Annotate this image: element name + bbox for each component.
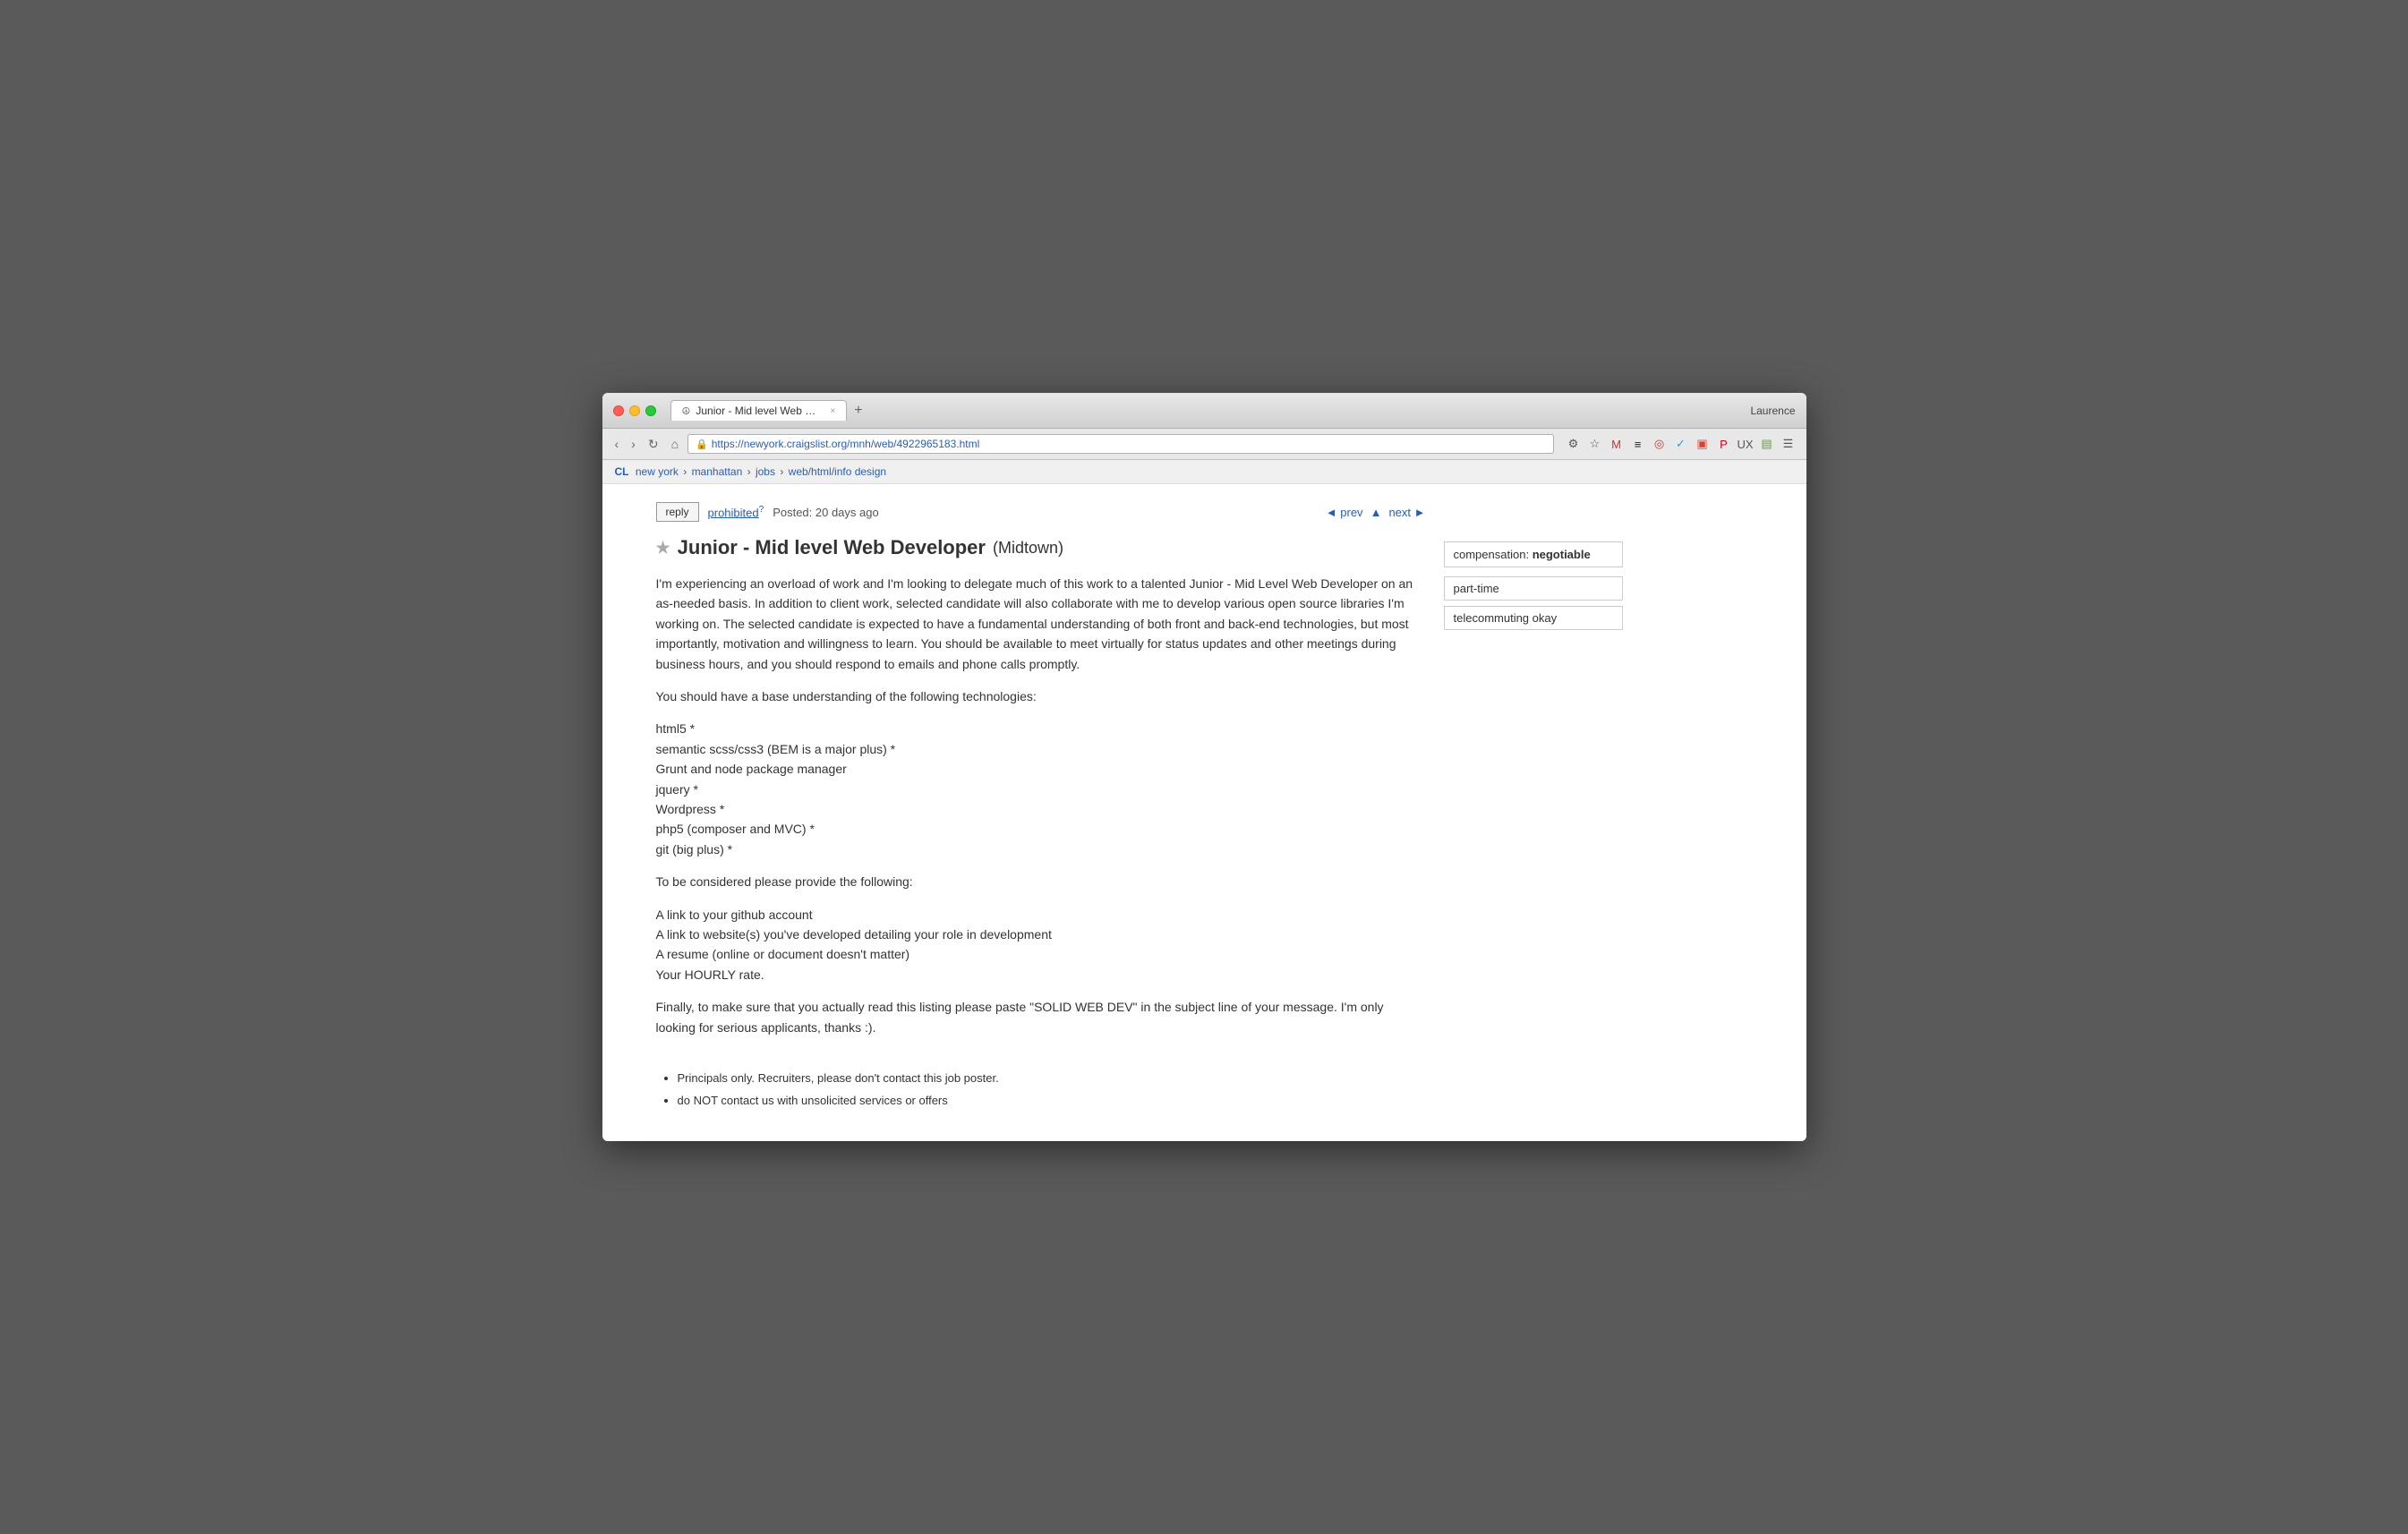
telecommuting-tag: telecommuting okay [1444, 606, 1623, 630]
nav-arrows: ◄ prev ▲ next ► [1326, 506, 1426, 519]
new-tab-button[interactable]: + [847, 401, 869, 421]
user-name: Laurence [1750, 405, 1795, 417]
part-time-tag: part-time [1444, 576, 1623, 601]
compensation-value: negotiable [1533, 548, 1591, 561]
favorite-star-icon[interactable]: ★ [656, 539, 670, 558]
buffer-icon[interactable]: ≡ [1629, 435, 1647, 453]
toolbar-icons: ⚙ ☆ M ≡ ◎ ✓ ▣ P UX ▤ ☰ [1565, 435, 1797, 453]
pinterest-icon[interactable]: P [1715, 435, 1733, 453]
ux-icon[interactable]: UX [1737, 435, 1755, 453]
gmail-icon[interactable]: M [1608, 435, 1626, 453]
post-title-text: Junior - Mid level Web Developer [678, 536, 986, 559]
url-text: https://newyork.craigslist.org/mnh/web/4… [712, 438, 980, 450]
back-button[interactable]: ‹ [611, 435, 623, 453]
post-requirements-list: A link to your github account A link to … [656, 905, 1426, 985]
title-bar: ☮ Junior - Mid level Web Dev × + Laurenc… [602, 393, 1806, 429]
post-paragraph-1: I'm experiencing an overload of work and… [656, 574, 1426, 674]
browser-window: ☮ Junior - Mid level Web Dev × + Laurenc… [602, 393, 1806, 1141]
minimize-button[interactable] [629, 405, 640, 416]
post-paragraph-2: You should have a base understanding of … [656, 686, 1426, 706]
address-bar: ‹ › ↻ ⌂ 🔒 https://newyork.craigslist.org… [602, 429, 1806, 460]
breadcrumb-jobs[interactable]: jobs [756, 465, 775, 478]
next-link[interactable]: next ► [1388, 506, 1425, 519]
delicious-icon[interactable]: ✓ [1672, 435, 1690, 453]
tab-bar: ☮ Junior - Mid level Web Dev × + [670, 400, 1744, 421]
breadcrumb-cl[interactable]: CL [615, 465, 629, 478]
close-button[interactable] [613, 405, 624, 416]
posted-date: Posted: 20 days ago [773, 506, 879, 519]
post-body: I'm experiencing an overload of work and… [656, 574, 1426, 1111]
forward-button[interactable]: › [628, 435, 639, 453]
breadcrumb-bar: CL new york › manhattan › jobs › web/htm… [602, 460, 1806, 484]
breadcrumb-category[interactable]: web/html/info design [789, 465, 886, 478]
home-button[interactable]: ⌂ [668, 435, 682, 453]
prohibited-sup: ? [759, 505, 764, 515]
breadcrumb-manhattan[interactable]: manhattan [692, 465, 743, 478]
traffic-lights [613, 405, 656, 416]
breadcrumb-newyork[interactable]: new york [636, 465, 679, 478]
post-title: ★ Junior - Mid level Web Developer (Midt… [656, 536, 1426, 559]
post-location: (Midtown) [993, 539, 1063, 558]
up-link[interactable]: ▲ [1371, 506, 1382, 519]
todoist-icon[interactable]: ▣ [1694, 435, 1712, 453]
post-paragraph-3: To be considered please provide the foll… [656, 872, 1426, 891]
evernote-icon[interactable]: ▤ [1758, 435, 1776, 453]
footer-bullet-2: do NOT contact us with unsolicited servi… [678, 1092, 1426, 1111]
ssl-icon: 🔒 [696, 439, 708, 450]
post-paragraph-final: Finally, to make sure that you actually … [656, 997, 1426, 1037]
address-input[interactable]: 🔒 https://newyork.craigslist.org/mnh/web… [687, 434, 1553, 454]
extensions-icon[interactable]: ⚙ [1565, 435, 1583, 453]
prev-link[interactable]: ◄ prev [1326, 506, 1363, 519]
tab-title: Junior - Mid level Web Dev [696, 405, 821, 417]
reply-button[interactable]: reply [656, 502, 699, 522]
reload-button[interactable]: ↻ [645, 435, 662, 454]
tab-close-button[interactable]: × [830, 406, 835, 416]
tab-favicon: ☮ [682, 405, 691, 417]
post-controls: reply prohibited? Posted: 20 days ago ◄ … [656, 502, 1426, 522]
lastpass-icon[interactable]: ◎ [1651, 435, 1669, 453]
prohibited-label[interactable]: prohibited [708, 506, 759, 519]
prohibited-link[interactable]: prohibited? [708, 505, 764, 519]
compensation-label: compensation: [1454, 548, 1530, 561]
main-content: reply prohibited? Posted: 20 days ago ◄ … [656, 502, 1426, 1123]
sidebar: compensation: negotiable part-time telec… [1426, 502, 1623, 1123]
bookmark-star-icon[interactable]: ☆ [1586, 435, 1604, 453]
maximize-button[interactable] [645, 405, 656, 416]
page-content: reply prohibited? Posted: 20 days ago ◄ … [602, 484, 1806, 1141]
post-technologies-list: html5 * semantic scss/css3 (BEM is a maj… [656, 719, 1426, 859]
menu-icon[interactable]: ☰ [1780, 435, 1797, 453]
post-footer-list: Principals only. Recruiters, please don'… [678, 1070, 1426, 1111]
active-tab[interactable]: ☮ Junior - Mid level Web Dev × [670, 400, 848, 421]
footer-bullet-1: Principals only. Recruiters, please don'… [678, 1070, 1426, 1088]
compensation-box: compensation: negotiable [1444, 541, 1623, 567]
